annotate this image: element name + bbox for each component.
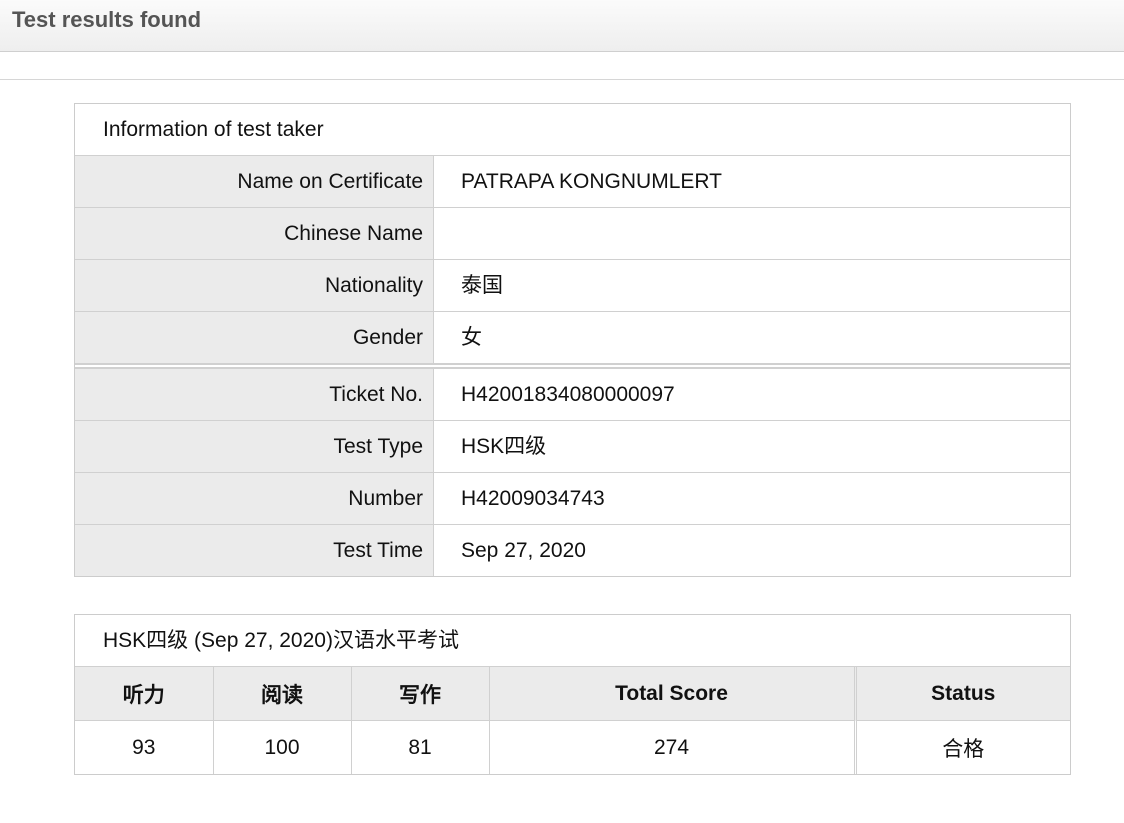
header-writing: 写作 (351, 667, 490, 721)
info-value (434, 208, 1070, 259)
exam-row-test-time: Test Time Sep 27, 2020 (75, 525, 1070, 576)
info-row-gender: Gender 女 (75, 312, 1070, 363)
info-row-chinese-name: Chinese Name (75, 208, 1070, 260)
info-value: PATRAPA KONGNUMLERT (461, 170, 722, 193)
score-panel-title: HSK四级 (Sep 27, 2020)汉语水平考试 (75, 615, 1070, 667)
info-label: Chinese Name (75, 208, 434, 259)
exam-value: Sep 27, 2020 (461, 539, 586, 562)
info-label: Gender (75, 312, 434, 363)
header-status: Status (853, 667, 1070, 721)
results-header: Test results found (0, 0, 1124, 52)
exam-value: H42009034743 (461, 487, 605, 510)
exam-label: Test Type (75, 421, 434, 472)
reading-score: 100 (213, 720, 352, 774)
score-header-row: 听力 阅读 写作 Total Score Status (75, 667, 1070, 721)
info-value: 女 (461, 326, 482, 349)
exam-row-number: Number H42009034743 (75, 473, 1070, 525)
exam-label: Test Time (75, 525, 434, 576)
info-label: Nationality (75, 260, 434, 311)
header-listening: 听力 (75, 667, 214, 721)
header-reading: 阅读 (213, 667, 352, 721)
exam-value: HSK四级 (461, 435, 547, 458)
exam-label: Number (75, 473, 434, 524)
score-value-row: 93 100 81 274 合格 (75, 720, 1070, 774)
score-table: 听力 阅读 写作 Total Score Status 93 100 81 27… (75, 667, 1070, 774)
exam-row-test-type: Test Type HSK四级 (75, 421, 1070, 473)
info-row-nationality: Nationality 泰国 (75, 260, 1070, 312)
divider (0, 79, 1124, 80)
header-total-score: Total Score (489, 667, 856, 721)
info-value: 泰国 (461, 274, 503, 297)
panel-title: Information of test taker (75, 104, 1070, 156)
status-value: 合格 (853, 720, 1070, 774)
writing-score: 81 (351, 720, 490, 774)
exam-row-ticket: Ticket No. H42001834080000097 (75, 363, 1070, 421)
exam-value: H42001834080000097 (461, 383, 675, 406)
score-panel: HSK四级 (Sep 27, 2020)汉语水平考试 听力 阅读 写作 Tota… (74, 614, 1071, 775)
total-score: 274 (489, 720, 856, 774)
exam-label: Ticket No. (75, 369, 434, 420)
info-label: Name on Certificate (75, 156, 434, 207)
listening-score: 93 (75, 720, 214, 774)
page-title: Test results found (12, 7, 202, 32)
test-taker-info-panel: Information of test taker Name on Certif… (74, 103, 1071, 577)
info-row-name: Name on Certificate PATRAPA KONGNUMLERT (75, 156, 1070, 208)
